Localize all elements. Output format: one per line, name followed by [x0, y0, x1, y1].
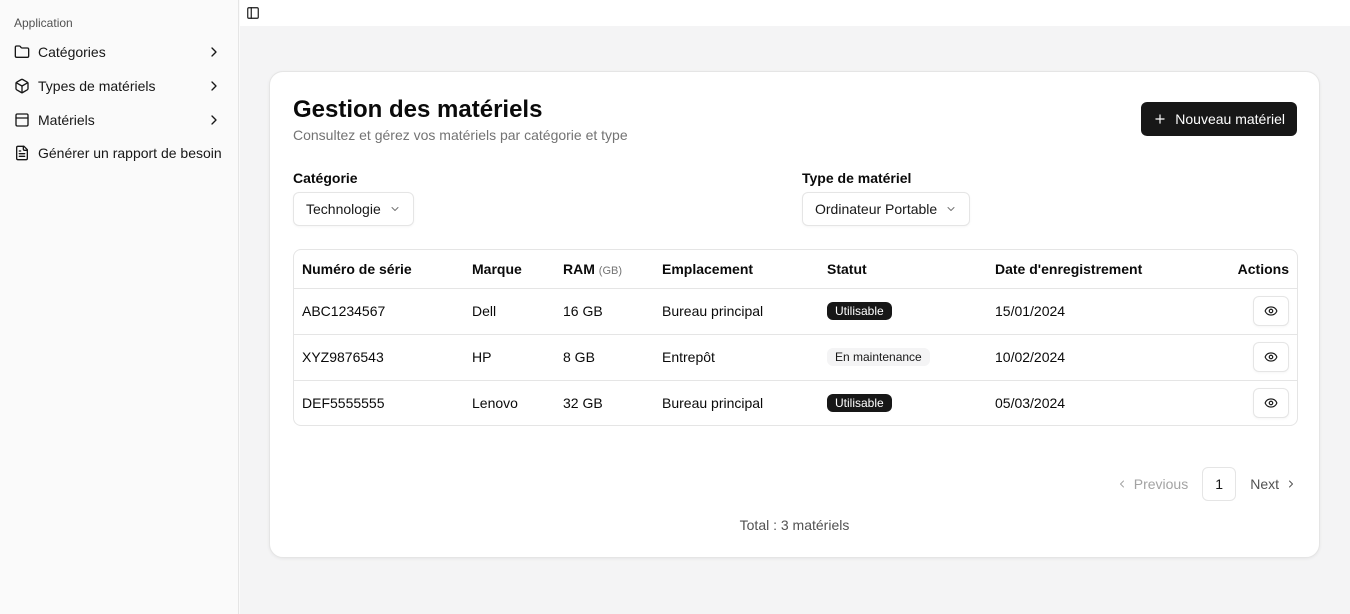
type-select-value: Ordinateur Portable: [815, 201, 938, 217]
page-subtitle: Consultez et gérez vos matériels par cat…: [293, 127, 628, 143]
status-badge: Utilisable: [827, 394, 892, 413]
eye-icon: [1264, 306, 1278, 316]
header-serial: Numéro de série: [294, 250, 464, 289]
header-location: Emplacement: [654, 250, 819, 289]
pagination-next-label: Next: [1250, 476, 1279, 492]
pagination: Previous 1 Next: [1116, 467, 1297, 501]
table-row: DEF5555555 Lenovo 32 GB Bureau principal…: [294, 380, 1297, 425]
header-ram: RAM (GB): [555, 250, 654, 289]
header-status: Statut: [819, 250, 987, 289]
folder-icon: [14, 44, 30, 60]
cell-status: Utilisable: [819, 288, 987, 335]
chevron-right-icon: [206, 44, 222, 60]
header-actions: Actions: [1187, 250, 1297, 289]
cell-brand: Lenovo: [472, 395, 518, 412]
cell-ram: 32 GB: [563, 395, 603, 412]
cell-status: Utilisable: [819, 380, 987, 425]
sidebar-item-label: Catégories: [38, 44, 106, 60]
cell-date: 05/03/2024: [995, 395, 1066, 412]
cell-serial: XYZ9876543: [294, 334, 464, 381]
pagination-previous[interactable]: Previous: [1116, 476, 1188, 492]
cell-actions: [1187, 288, 1297, 335]
category-filter-label: Catégorie: [293, 170, 358, 186]
sidebar-item-label: Matériels: [38, 112, 95, 128]
eye-icon: [1264, 352, 1278, 362]
cell-actions: [1187, 334, 1297, 381]
cell-ram: 16 GB: [555, 288, 654, 335]
cell-date: 10/02/2024: [987, 334, 1187, 381]
pagination-previous-label: Previous: [1133, 476, 1189, 492]
new-material-button[interactable]: Nouveau matériel: [1141, 102, 1297, 136]
sidebar-item-categories[interactable]: Catégories: [8, 37, 230, 67]
pagination-page[interactable]: 1: [1202, 467, 1237, 501]
cell-serial: DEF5555555: [302, 395, 385, 412]
cell-ram: 8 GB: [555, 334, 654, 381]
sidebar-item-label: Générer un rapport de besoin: [38, 145, 222, 161]
cell-location: Bureau principal: [662, 395, 764, 412]
header-ram-unit: (GB): [598, 264, 623, 277]
type-filter-label: Type de matériel: [802, 170, 912, 186]
cell-actions: [1187, 380, 1297, 425]
eye-icon: [1264, 398, 1278, 408]
table-header-row: Numéro de série Marque RAM (GB) Emplacem…: [294, 250, 1297, 289]
status-badge: En maintenance: [827, 348, 930, 366]
view-button[interactable]: [1253, 342, 1289, 372]
cell-location: Entrepôt: [654, 334, 819, 381]
total-count: Total : 3 matériels: [739, 517, 850, 533]
cell-date: 15/01/2024: [987, 288, 1187, 335]
file-text-icon: [14, 145, 30, 161]
cell-brand: HP: [464, 334, 555, 381]
main-content: Gestion des matériels Consultez et gérez…: [240, 26, 1350, 614]
view-button[interactable]: [1253, 388, 1289, 419]
sidebar: Application Catégories Types de matériel…: [0, 0, 239, 614]
table-row: ABC1234567 Dell 16 GB Bureau principal U…: [294, 288, 1297, 335]
header-brand: Marque: [464, 250, 555, 289]
new-material-label: Nouveau matériel: [1175, 111, 1285, 127]
sidebar-item-material-types[interactable]: Types de matériels: [8, 71, 230, 101]
category-select[interactable]: Technologie: [293, 192, 414, 226]
chevron-down-icon: [945, 203, 957, 215]
pagination-next[interactable]: Next: [1250, 476, 1297, 492]
cell-serial: ABC1234567: [294, 288, 464, 335]
chevron-right-icon: [1289, 480, 1293, 488]
layout-icon: [14, 112, 30, 128]
chevron-right-icon: [206, 112, 222, 128]
plus-icon: [1153, 112, 1167, 126]
header-ram-label: RAM: [563, 260, 595, 277]
materials-table: Numéro de série Marque RAM (GB) Emplacem…: [293, 249, 1298, 426]
chevron-right-icon: [206, 78, 222, 94]
sidebar-item-label: Types de matériels: [38, 78, 156, 94]
topbar: [240, 0, 1350, 26]
sidebar-toggle-icon[interactable]: [246, 6, 260, 20]
cell-status: En maintenance: [819, 334, 987, 381]
header-date: Date d'enregistrement: [987, 250, 1187, 289]
sidebar-item-materials[interactable]: Matériels: [8, 105, 230, 135]
sidebar-group-label: Application: [14, 16, 73, 30]
type-select[interactable]: Ordinateur Portable: [802, 192, 971, 226]
package-icon: [14, 78, 30, 94]
table-row: XYZ9876543 HP 8 GB Entrepôt En maintenan…: [294, 334, 1297, 381]
chevron-down-icon: [389, 203, 401, 215]
category-select-value: Technologie: [306, 201, 381, 217]
materials-card: Gestion des matériels Consultez et gérez…: [269, 71, 1320, 558]
status-badge: Utilisable: [827, 302, 892, 320]
chevron-left-icon: [1119, 480, 1124, 488]
view-button[interactable]: [1253, 296, 1289, 326]
page-title: Gestion des matériels: [293, 96, 543, 123]
cell-brand: Dell: [464, 288, 555, 335]
cell-location: Bureau principal: [654, 288, 819, 335]
sidebar-item-generate-report[interactable]: Générer un rapport de besoin: [8, 138, 230, 168]
